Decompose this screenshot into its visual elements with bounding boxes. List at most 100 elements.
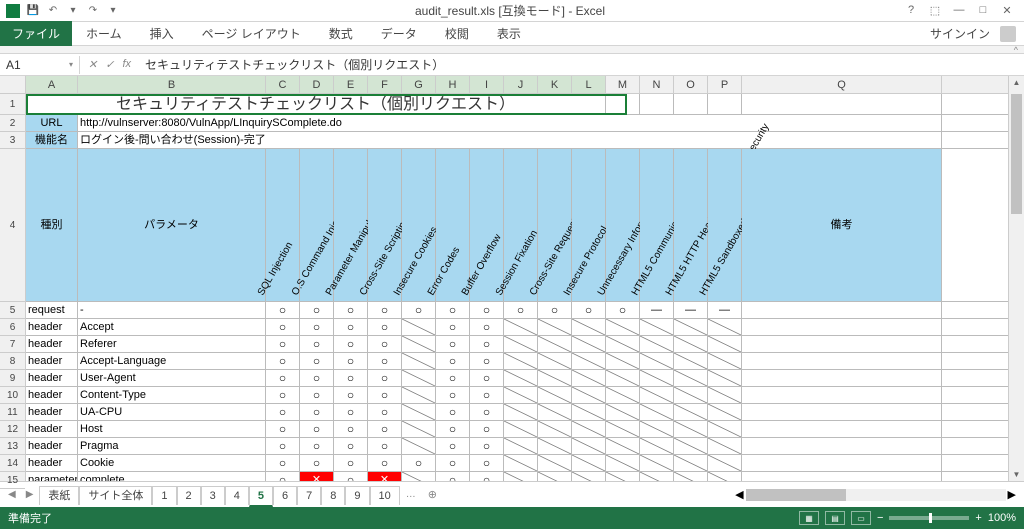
check-cell[interactable] bbox=[640, 455, 674, 471]
sheet-tab[interactable]: 8 bbox=[321, 486, 345, 505]
remark-cell[interactable] bbox=[742, 404, 942, 420]
normal-view-icon[interactable]: ▦ bbox=[799, 511, 819, 525]
check-cell[interactable] bbox=[538, 319, 572, 335]
type-cell[interactable]: header bbox=[26, 421, 78, 437]
check-cell[interactable]: ✕ bbox=[368, 472, 402, 481]
check-cell[interactable] bbox=[674, 404, 708, 420]
sheet-tab[interactable]: 10 bbox=[370, 486, 400, 505]
check-cell[interactable]: ○ bbox=[402, 455, 436, 471]
sheet-tab[interactable]: 表紙 bbox=[39, 486, 79, 505]
row-header[interactable]: 14 bbox=[0, 455, 25, 472]
sheet-tab[interactable]: 3 bbox=[201, 486, 225, 505]
type-cell[interactable]: header bbox=[26, 438, 78, 454]
check-cell[interactable]: ○ bbox=[436, 404, 470, 420]
check-cell[interactable]: ○ bbox=[436, 336, 470, 352]
check-cell[interactable] bbox=[674, 472, 708, 481]
check-cell[interactable]: ○ bbox=[470, 353, 504, 369]
param-cell[interactable]: - bbox=[78, 302, 266, 318]
avatar[interactable] bbox=[1000, 26, 1016, 42]
row-header[interactable]: 7 bbox=[0, 336, 25, 353]
remark-cell[interactable] bbox=[742, 302, 942, 318]
select-all[interactable] bbox=[0, 76, 25, 94]
check-cell[interactable] bbox=[504, 370, 538, 386]
check-cell[interactable] bbox=[402, 472, 436, 481]
check-cell[interactable] bbox=[708, 472, 742, 481]
param-cell[interactable]: Accept bbox=[78, 319, 266, 335]
sheet-tab[interactable]: サイト全体 bbox=[79, 486, 152, 505]
save-icon[interactable]: 💾 bbox=[26, 4, 40, 18]
column-header[interactable]: J bbox=[504, 76, 538, 93]
check-cell[interactable]: ○ bbox=[368, 319, 402, 335]
redo-icon[interactable]: ↷ bbox=[86, 4, 100, 18]
page-break-view-icon[interactable]: ▭ bbox=[851, 511, 871, 525]
check-cell[interactable] bbox=[402, 404, 436, 420]
check-cell[interactable] bbox=[402, 387, 436, 403]
zoom-slider[interactable] bbox=[889, 516, 969, 520]
check-cell[interactable] bbox=[538, 336, 572, 352]
check-cell[interactable]: ○ bbox=[266, 387, 300, 403]
check-cell[interactable] bbox=[538, 438, 572, 454]
check-cell[interactable] bbox=[708, 421, 742, 437]
check-cell[interactable]: ○ bbox=[266, 353, 300, 369]
check-cell[interactable] bbox=[640, 472, 674, 481]
check-cell[interactable] bbox=[674, 336, 708, 352]
check-cell[interactable]: ○ bbox=[334, 319, 368, 335]
check-cell[interactable] bbox=[674, 353, 708, 369]
column-header[interactable]: L bbox=[572, 76, 606, 93]
param-cell[interactable]: Referer bbox=[78, 336, 266, 352]
check-cell[interactable] bbox=[708, 319, 742, 335]
check-cell[interactable]: ○ bbox=[572, 302, 606, 318]
cancel-icon[interactable]: ✕ bbox=[88, 58, 97, 71]
check-cell[interactable] bbox=[708, 353, 742, 369]
check-cell[interactable]: ○ bbox=[368, 336, 402, 352]
check-cell[interactable]: ○ bbox=[300, 353, 334, 369]
check-cell[interactable]: ○ bbox=[300, 455, 334, 471]
check-cell[interactable]: ○ bbox=[368, 302, 402, 318]
check-cell[interactable]: ○ bbox=[334, 353, 368, 369]
check-cell[interactable] bbox=[572, 370, 606, 386]
check-cell[interactable]: ○ bbox=[334, 438, 368, 454]
check-cell[interactable]: ○ bbox=[470, 302, 504, 318]
row-header[interactable]: 13 bbox=[0, 438, 25, 455]
funcname-value[interactable]: ログイン後-問い合わせ(Session)-完了 bbox=[78, 132, 942, 148]
check-cell[interactable] bbox=[402, 319, 436, 335]
check-cell[interactable] bbox=[538, 353, 572, 369]
column-header[interactable]: H bbox=[436, 76, 470, 93]
sheet-tab[interactable]: 4 bbox=[225, 486, 249, 505]
row-header[interactable]: 2 bbox=[0, 115, 25, 132]
check-cell[interactable]: — bbox=[640, 302, 674, 318]
param-cell[interactable]: Content-Type bbox=[78, 387, 266, 403]
remark-cell[interactable] bbox=[742, 319, 942, 335]
check-cell[interactable]: ○ bbox=[300, 438, 334, 454]
check-cell[interactable] bbox=[708, 387, 742, 403]
check-cell[interactable]: ○ bbox=[266, 404, 300, 420]
check-cell[interactable]: ○ bbox=[436, 438, 470, 454]
sheet-tab[interactable]: 2 bbox=[177, 486, 201, 505]
column-header[interactable]: F bbox=[368, 76, 402, 93]
cell[interactable] bbox=[708, 94, 742, 114]
check-cell[interactable]: ○ bbox=[470, 387, 504, 403]
check-cell[interactable] bbox=[606, 353, 640, 369]
check-cell[interactable]: ○ bbox=[436, 387, 470, 403]
column-header[interactable]: N bbox=[640, 76, 674, 93]
url-label[interactable]: URL bbox=[26, 115, 78, 131]
check-cell[interactable]: ○ bbox=[334, 455, 368, 471]
sheet-tab[interactable]: 1 bbox=[152, 486, 176, 505]
check-cell[interactable]: ○ bbox=[334, 404, 368, 420]
column-header[interactable]: M bbox=[606, 76, 640, 93]
check-cell[interactable] bbox=[674, 421, 708, 437]
check-cell[interactable] bbox=[674, 438, 708, 454]
row-header[interactable]: 4 bbox=[0, 149, 25, 302]
check-cell[interactable]: ○ bbox=[436, 472, 470, 481]
signin-link[interactable]: サインイン bbox=[920, 21, 1000, 46]
check-cell[interactable]: ○ bbox=[266, 302, 300, 318]
check-cell[interactable]: ○ bbox=[436, 353, 470, 369]
check-cell[interactable] bbox=[640, 319, 674, 335]
type-cell[interactable]: header bbox=[26, 319, 78, 335]
type-cell[interactable]: header bbox=[26, 387, 78, 403]
remark-cell[interactable] bbox=[742, 438, 942, 454]
check-cell[interactable] bbox=[504, 319, 538, 335]
check-cell[interactable]: ○ bbox=[300, 387, 334, 403]
check-cell[interactable]: ○ bbox=[470, 336, 504, 352]
check-cell[interactable] bbox=[606, 472, 640, 481]
